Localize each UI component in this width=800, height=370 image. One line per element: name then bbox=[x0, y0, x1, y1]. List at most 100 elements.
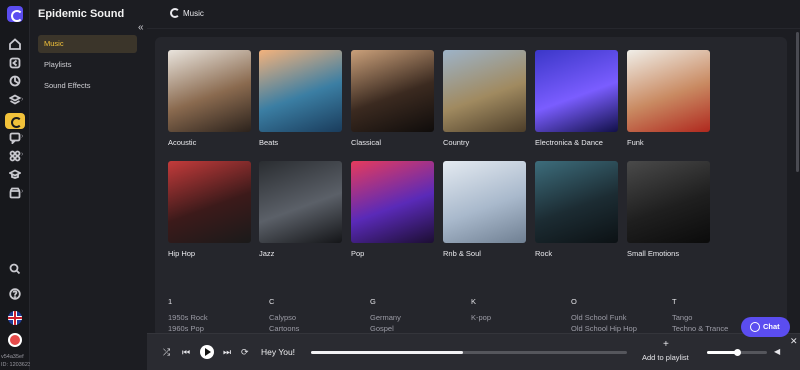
speaker-icon[interactable]: ◀ bbox=[774, 347, 780, 356]
alphabet-letter: G bbox=[370, 297, 376, 306]
add-icon[interactable]: + bbox=[663, 339, 669, 350]
build-id-label: ID: 1203623 bbox=[1, 362, 31, 368]
genre-link[interactable]: Calypso bbox=[269, 312, 359, 323]
divider bbox=[147, 28, 800, 29]
genre-image[interactable] bbox=[259, 50, 342, 132]
main-area: Music Acoustic Beats Classical Country Elect… bbox=[147, 0, 800, 370]
alphabet-column: C Calypso Cartoons bbox=[269, 297, 359, 334]
graduation-icon[interactable] bbox=[7, 168, 23, 182]
sidebar-item-playlists[interactable]: Playlists bbox=[38, 56, 137, 74]
genre-label[interactable]: Jazz bbox=[259, 249, 342, 258]
genre-browser: Acoustic Beats Classical Country Electronica… bbox=[155, 37, 787, 337]
music-icon[interactable] bbox=[5, 113, 25, 129]
genre-label[interactable]: Country bbox=[443, 138, 526, 147]
epidemic-logo-icon[interactable] bbox=[7, 6, 23, 22]
genre-tile[interactable]: Rock bbox=[535, 161, 618, 258]
user-avatar-icon[interactable] bbox=[8, 333, 22, 347]
genre-label[interactable]: Funk bbox=[627, 138, 710, 147]
alphabet-column: G Germany Gospel bbox=[370, 297, 460, 334]
scrollbar[interactable] bbox=[796, 32, 799, 172]
genre-tile[interactable]: Hip Hop bbox=[168, 161, 251, 258]
play-button[interactable] bbox=[200, 345, 214, 359]
chevron-right-icon: › bbox=[21, 96, 24, 103]
search-icon[interactable] bbox=[8, 263, 22, 277]
alphabet-letter: K bbox=[471, 297, 477, 306]
alphabet-column: K K-pop bbox=[471, 297, 561, 323]
genre-image[interactable] bbox=[351, 50, 434, 132]
store-icon[interactable] bbox=[8, 187, 22, 201]
genre-label[interactable]: Rock bbox=[535, 249, 618, 258]
icon-rail: › › › › v54a35ef ID: 1203623 bbox=[0, 0, 31, 370]
previous-track-icon[interactable]: ⏮ bbox=[182, 347, 190, 358]
collapse-sidebar-button[interactable]: « bbox=[138, 22, 144, 33]
genre-tile[interactable]: Beats bbox=[259, 50, 342, 147]
genre-label[interactable]: Classical bbox=[351, 138, 434, 147]
genre-image[interactable] bbox=[627, 50, 710, 132]
close-chat-icon[interactable]: ✕ bbox=[790, 336, 798, 347]
genre-label[interactable]: Small Emotions bbox=[627, 249, 710, 258]
genre-link[interactable]: Old School Funk bbox=[571, 312, 661, 323]
genre-link[interactable]: K-pop bbox=[471, 312, 561, 323]
explore-icon[interactable] bbox=[8, 75, 22, 89]
chevron-right-icon: › bbox=[21, 151, 24, 158]
genre-label[interactable]: Electronica & Dance bbox=[535, 138, 618, 147]
version-label: v54a35ef bbox=[1, 354, 24, 360]
language-flag-icon[interactable] bbox=[8, 311, 22, 325]
next-track-icon[interactable]: ⏭ bbox=[223, 347, 231, 358]
genre-tile[interactable]: Jazz bbox=[259, 161, 342, 258]
volume-knob[interactable] bbox=[734, 349, 741, 356]
genre-tile[interactable]: Rnb & Soul bbox=[443, 161, 526, 258]
layers-icon[interactable] bbox=[8, 94, 22, 108]
genre-tile[interactable]: Country bbox=[443, 50, 526, 147]
alphabet-column: 1 1950s Rock 1960s Pop bbox=[168, 297, 258, 334]
genre-tile[interactable]: Electronica & Dance bbox=[535, 50, 618, 147]
genre-label[interactable]: Pop bbox=[351, 249, 434, 258]
music-icon bbox=[170, 8, 180, 18]
back-icon[interactable] bbox=[8, 57, 22, 71]
chat-button[interactable]: Chat bbox=[741, 317, 790, 337]
genre-label[interactable]: Acoustic bbox=[168, 138, 251, 147]
alphabet-column: O Old School Funk Old School Hip Hop bbox=[571, 297, 661, 334]
alphabet-letter: C bbox=[269, 297, 275, 306]
side-navigation: Epidemic Sound Music Playlists Sound Eff… bbox=[30, 0, 143, 370]
genre-tile[interactable]: Funk bbox=[627, 50, 710, 147]
genre-link[interactable]: 1950s Rock bbox=[168, 312, 258, 323]
shuffle-icon[interactable]: ⤮ bbox=[163, 347, 170, 358]
genre-image[interactable] bbox=[535, 50, 618, 132]
page-title: Music bbox=[183, 9, 204, 18]
progress-fill bbox=[311, 351, 463, 354]
genre-image[interactable] bbox=[443, 50, 526, 132]
puzzle-icon[interactable] bbox=[8, 150, 22, 164]
add-to-playlist-button[interactable]: Add to playlist bbox=[642, 353, 689, 362]
home-icon[interactable] bbox=[8, 38, 22, 52]
genre-image[interactable] bbox=[259, 161, 342, 243]
brand-title: Epidemic Sound bbox=[38, 8, 125, 20]
chevron-right-icon: › bbox=[21, 188, 24, 195]
genre-tile[interactable]: Pop bbox=[351, 161, 434, 258]
genre-image[interactable] bbox=[168, 161, 251, 243]
genre-label[interactable]: Hip Hop bbox=[168, 249, 251, 258]
genre-tile[interactable]: Acoustic bbox=[168, 50, 251, 147]
chat-bubble-icon[interactable] bbox=[8, 132, 22, 146]
genre-link[interactable]: Germany bbox=[370, 312, 460, 323]
alphabet-letter: 1 bbox=[168, 297, 173, 306]
track-title[interactable]: Hey You! bbox=[261, 347, 295, 357]
volume-fill bbox=[707, 351, 737, 354]
genre-label[interactable]: Rnb & Soul bbox=[443, 249, 526, 258]
sidebar-item-sound-effects[interactable]: Sound Effects bbox=[38, 77, 137, 95]
chevron-right-icon: › bbox=[21, 133, 24, 140]
help-icon[interactable] bbox=[8, 288, 22, 302]
player-bar: ⤮ ⏮ ⏭ ⟳ Hey You! + Add to playlist ◀ bbox=[147, 333, 800, 370]
progress-bar[interactable] bbox=[311, 351, 627, 354]
genre-image[interactable] bbox=[627, 161, 710, 243]
genre-image[interactable] bbox=[443, 161, 526, 243]
genre-label[interactable]: Beats bbox=[259, 138, 342, 147]
genre-tile[interactable]: Classical bbox=[351, 50, 434, 147]
repeat-icon[interactable]: ⟳ bbox=[241, 347, 249, 358]
genre-image[interactable] bbox=[535, 161, 618, 243]
sidebar-item-music[interactable]: Music bbox=[38, 35, 137, 53]
genre-image[interactable] bbox=[351, 161, 434, 243]
genre-image[interactable] bbox=[168, 50, 251, 132]
volume-slider[interactable] bbox=[707, 349, 767, 356]
genre-tile[interactable]: Small Emotions bbox=[627, 161, 710, 258]
